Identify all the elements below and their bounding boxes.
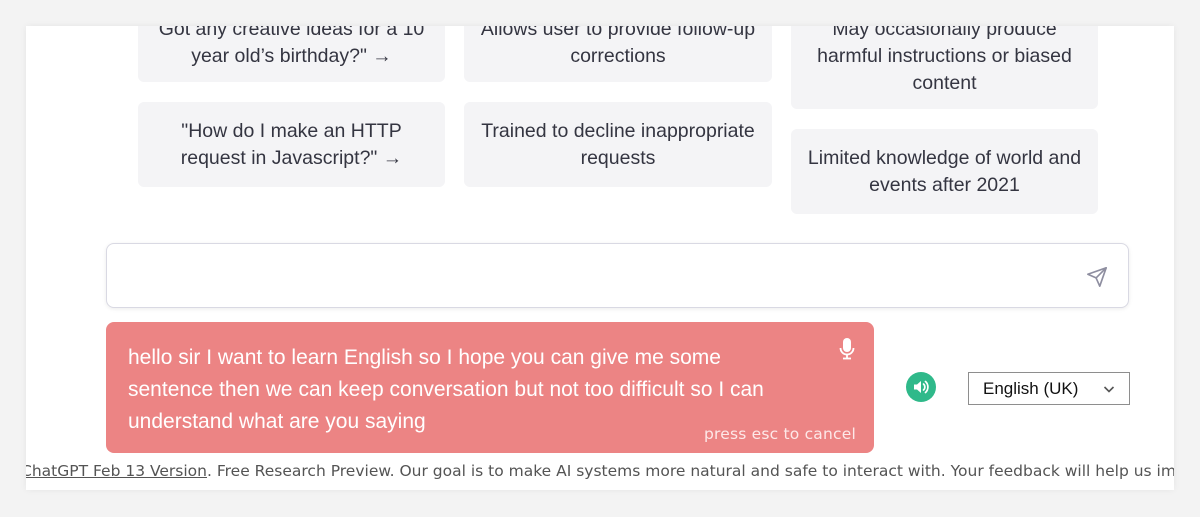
- speaker-icon: [914, 380, 929, 394]
- microphone-icon[interactable]: [839, 338, 855, 360]
- language-select[interactable]: English (UK): [968, 372, 1130, 405]
- voice-transcript-panel: hello sir I want to learn English so I h…: [106, 322, 874, 453]
- capability-card: Allows user to provide follow-up correct…: [464, 26, 772, 82]
- version-link[interactable]: ChatGPT Feb 13 Version: [26, 462, 207, 480]
- speaker-button[interactable]: [906, 372, 936, 402]
- chat-window: Got any creative ideas for a 10 year old…: [26, 26, 1174, 490]
- send-icon[interactable]: [1086, 266, 1108, 288]
- cancel-hint: press esc to cancel: [703, 425, 856, 443]
- example-prompt-text: "How do I make an HTTP request in Javasc…: [180, 119, 403, 169]
- message-input[interactable]: [106, 243, 1129, 308]
- limitation-card: May occasionally produce harmful instruc…: [791, 26, 1098, 109]
- voice-transcript-text: hello sir I want to learn English so I h…: [128, 346, 764, 433]
- limitation-card: Limited knowledge of world and events af…: [791, 129, 1098, 214]
- example-prompt-card[interactable]: "How do I make an HTTP request in Javasc…: [138, 102, 445, 187]
- chevron-down-icon: [1103, 386, 1115, 393]
- limitation-text: May occasionally produce harmful instruc…: [817, 26, 1072, 94]
- footer-text: . Free Research Preview. Our goal is to …: [207, 462, 1174, 480]
- example-prompt-card[interactable]: Got any creative ideas for a 10 year old…: [138, 26, 445, 82]
- language-selected: English (UK): [983, 378, 1079, 398]
- capability-text: Trained to decline inappropriate request…: [481, 119, 755, 169]
- example-prompt-text: Got any creative ideas for a 10 year old…: [158, 26, 425, 67]
- capability-text: Allows user to provide follow-up correct…: [480, 26, 756, 67]
- footer-disclaimer: ChatGPT Feb 13 Version. Free Research Pr…: [26, 462, 1174, 480]
- capability-card: Trained to decline inappropriate request…: [464, 102, 772, 187]
- limitation-text: Limited knowledge of world and events af…: [807, 146, 1082, 196]
